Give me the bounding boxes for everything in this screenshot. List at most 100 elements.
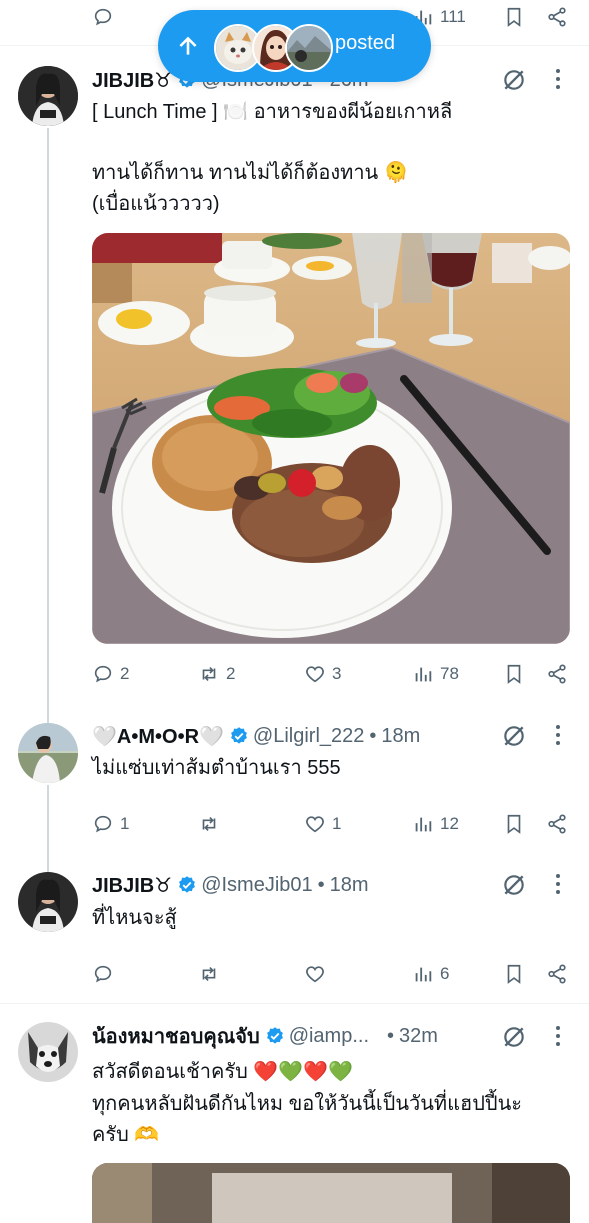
share-button[interactable] (546, 809, 568, 839)
repost-icon (202, 816, 216, 832)
like-button[interactable]: 1 (304, 809, 341, 839)
tweet-header: JIBJIB♉ @IsmeJib01 • 18m (92, 871, 369, 899)
views-button[interactable]: 78 (412, 659, 459, 689)
bookmark-icon (507, 664, 521, 684)
tweet-text-line: (เบื่อแน้ววววว) (92, 193, 220, 215)
reply-button[interactable] (92, 2, 114, 32)
views-icon (415, 967, 432, 982)
tweet-actions: 1 1 12 (92, 809, 572, 839)
views-count: 12 (440, 814, 459, 833)
bookmark-icon (507, 7, 521, 27)
verified-icon (179, 876, 196, 893)
avatar[interactable] (18, 66, 78, 126)
tweet-text-line: [ Lunch Time ] 🍽️ อาหารของผีน้อยเกาหลี (92, 101, 453, 123)
repost-button[interactable]: 2 (198, 659, 235, 689)
repost-button[interactable] (198, 959, 226, 989)
reply-icon (94, 665, 112, 683)
tweet-text-line: ทุกคนหลับฝันดีกันไหม ขอให้วันนี้เป็นวันท… (92, 1093, 523, 1115)
tweet-text-line: ที่ไหนจะสู้ (92, 907, 177, 929)
reply-count: 2 (120, 664, 130, 683)
like-button[interactable]: 3 (304, 659, 341, 689)
tweet-actions: 2 2 3 78 (92, 659, 572, 689)
display-name[interactable]: JIBJIB♉ (92, 873, 172, 898)
thread-line (47, 128, 49, 723)
reply-button[interactable] (92, 959, 120, 989)
repost-count: 2 (226, 664, 236, 683)
avatar[interactable] (18, 1022, 78, 1082)
thread-line (47, 785, 49, 877)
divider (0, 1003, 589, 1004)
reply-count: 1 (120, 814, 130, 833)
verified-icon (266, 1027, 283, 1044)
bookmark-icon (507, 814, 521, 834)
avatar[interactable] (18, 872, 78, 932)
new-posts-label: posted (335, 32, 396, 54)
share-button[interactable] (546, 659, 568, 689)
repost-icon (202, 666, 216, 682)
bookmark-button[interactable] (503, 2, 525, 32)
heart-icon (306, 666, 324, 683)
verified-icon (231, 727, 247, 744)
share-button[interactable] (546, 2, 568, 32)
tweet-actions: 6 (92, 959, 572, 989)
views-count: 6 (440, 964, 450, 983)
grok-icon[interactable] (501, 1024, 527, 1050)
new-posts-pill[interactable]: posted (158, 10, 431, 82)
more-icon[interactable] (555, 873, 561, 895)
like-button[interactable] (304, 959, 332, 989)
tweet-header: 🤍A•M•O•R🤍 @Lilgirl_222 • 18m (92, 722, 420, 750)
bookmark-button[interactable] (503, 659, 525, 689)
views-icon (415, 817, 432, 832)
display-name[interactable]: JIBJIB♉ (92, 68, 172, 93)
separator: • (369, 724, 377, 747)
reply-icon (94, 8, 112, 26)
views-button[interactable]: 6 (412, 959, 449, 989)
avatar[interactable] (18, 723, 78, 783)
share-icon (548, 7, 566, 27)
timestamp[interactable]: 18m (330, 874, 369, 897)
grok-icon[interactable] (501, 872, 527, 898)
lunch-plate-photo (92, 233, 570, 644)
handle[interactable]: @IsmeJib01 (201, 874, 312, 897)
reply-button[interactable]: 2 (92, 659, 129, 689)
tweet-text-line: ไม่แซ่บเท่าส้มตำบ้านเรา 555 (92, 757, 341, 779)
bookmark-button[interactable] (503, 809, 525, 839)
grok-icon[interactable] (501, 67, 527, 93)
timestamp[interactable]: 32m (399, 1025, 438, 1048)
share-icon (548, 664, 566, 684)
separator: • (387, 1024, 395, 1047)
timestamp[interactable]: 18m (381, 725, 420, 748)
tweet-text-line: สวัสดีตอนเช้าครับ ❤️💚❤️💚 (92, 1061, 353, 1083)
repost-button[interactable] (198, 809, 226, 839)
more-icon[interactable] (555, 724, 561, 746)
more-icon[interactable] (555, 68, 561, 90)
bookmark-button[interactable] (503, 959, 525, 989)
views-button[interactable]: 12 (412, 809, 459, 839)
display-name[interactable]: 🤍A•M•O•R🤍 (92, 724, 224, 749)
more-icon[interactable] (555, 1025, 561, 1047)
like-count: 1 (332, 814, 342, 833)
views-count: 78 (440, 664, 459, 683)
arrow-up-icon (179, 36, 197, 55)
photo-preview (92, 1163, 570, 1223)
heart-icon (306, 966, 324, 983)
tweet-text-line: ครับ 🫶 (92, 1124, 160, 1146)
reply-icon (94, 815, 112, 833)
handle[interactable]: @iamp... (289, 1025, 369, 1048)
tweet-header: น้องหมาชอบคุณจับ @iamp... • 32m (92, 1022, 438, 1050)
tweet-text-line: ทานได้ก็ทาน ทานไม่ได้ก็ต้องทาน 🫠 (92, 162, 409, 184)
grok-icon[interactable] (501, 723, 527, 749)
repost-icon (202, 966, 216, 982)
share-button[interactable] (546, 959, 568, 989)
separator: • (317, 873, 325, 896)
handle[interactable]: @Lilgirl_222 (253, 725, 364, 748)
avatar (285, 24, 333, 72)
tweet-photo[interactable] (92, 233, 570, 644)
heart-icon (306, 816, 324, 833)
reply-button[interactable]: 1 (92, 809, 129, 839)
views-icon (415, 667, 432, 682)
views-count: 111 (440, 7, 466, 26)
like-count: 3 (332, 664, 342, 683)
display-name[interactable]: น้องหมาชอบคุณจับ (92, 1020, 260, 1052)
tweet-photo[interactable] (92, 1163, 570, 1223)
